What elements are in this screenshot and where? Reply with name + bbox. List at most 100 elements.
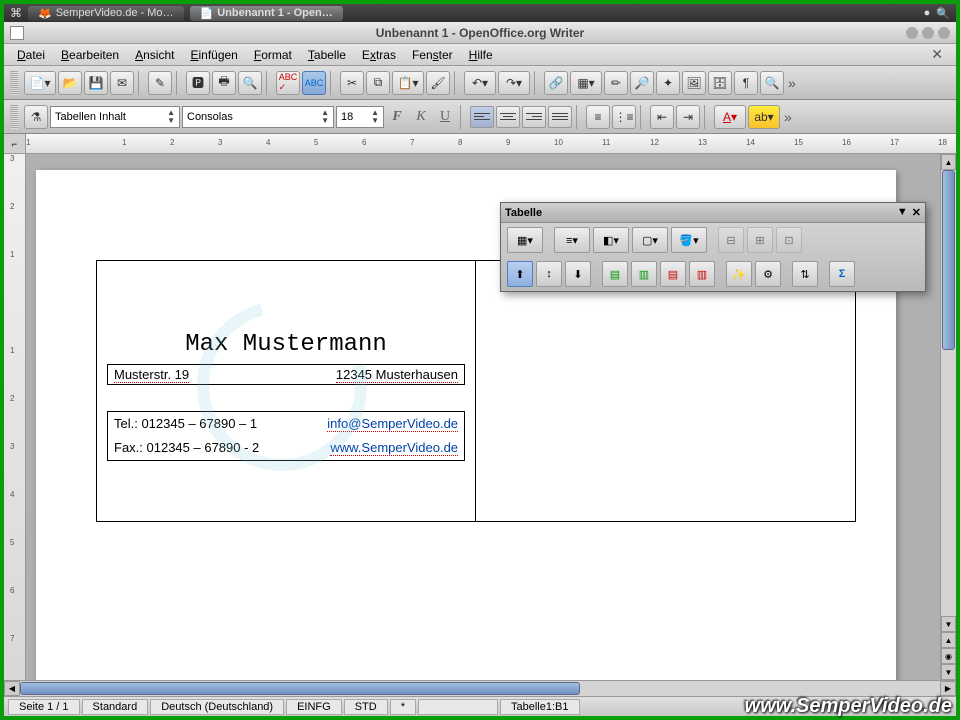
vertical-ruler[interactable]: 32112345678 [4,154,26,680]
number-list-button[interactable]: ≡ [586,105,610,129]
datasource-button[interactable]: 🗄 [708,71,732,95]
menu-file[interactable]: Datei [10,46,52,64]
bold-button[interactable]: F [386,106,408,128]
styles-button[interactable]: ⚗ [24,105,48,129]
email-button[interactable]: ✉ [110,71,134,95]
scroll-left-icon[interactable]: ◀ [4,681,20,696]
underline-button[interactable]: U [434,106,456,128]
find-button[interactable]: 🔎 [630,71,654,95]
table-insert-button[interactable]: ▦▾ [507,227,543,253]
font-name-dropdown[interactable]: Consolas ▲▼ [182,106,334,128]
next-page-icon[interactable]: ▼ [941,664,956,680]
hyperlink-button[interactable]: 🔗 [544,71,568,95]
status-language[interactable]: Deutsch (Deutschland) [150,699,284,715]
status-selection-mode[interactable]: STD [344,699,388,715]
nonprint-button[interactable]: ¶ [734,71,758,95]
format-paint-button[interactable]: 🖌 [426,71,450,95]
zoom-button[interactable]: 🔍 [760,71,784,95]
toolbar-overflow-icon[interactable]: » [788,75,796,91]
redo-button[interactable]: ↷▾ [498,71,530,95]
search-icon[interactable]: 🔍 [936,7,950,20]
bgcolor-button[interactable]: 🪣▾ [671,227,707,253]
maximize-button[interactable] [922,27,934,39]
align-middle-button[interactable]: ↕ [536,261,562,287]
status-insert-mode[interactable]: EINFG [286,699,342,715]
scroll-down-icon[interactable]: ▼ [941,616,956,632]
floating-toolbar-close-icon[interactable]: ✕ [912,206,921,219]
minimize-button[interactable] [906,27,918,39]
menu-table[interactable]: Tabelle [301,46,353,64]
merge-cells-button[interactable]: ⊟ [718,227,744,253]
floating-toolbar-dropdown-icon[interactable]: ▼ [897,206,908,219]
bullet-list-button[interactable]: ⋮≡ [612,105,636,129]
horizontal-ruler[interactable]: 1123456789101112131415161718 [26,134,956,153]
align-left-button[interactable] [470,106,494,128]
hscroll-thumb[interactable] [20,682,580,695]
navigator-button[interactable]: ✦ [656,71,680,95]
nav-icon[interactable]: ◉ [941,648,956,664]
line-style-button[interactable]: ≡▾ [554,227,590,253]
align-center-button[interactable] [496,106,520,128]
menu-format[interactable]: Format [247,46,299,64]
pdf-export-button[interactable]: 🅿 [186,71,210,95]
cut-button[interactable]: ✂ [340,71,364,95]
open-button[interactable]: 📂 [58,71,82,95]
menu-view[interactable]: Ansicht [128,46,181,64]
print-button[interactable]: 🖶 [212,71,236,95]
menu-extras[interactable]: Extras [355,46,403,64]
main-table[interactable]: Max Mustermann Musterstr. 19 12345 Muste… [96,260,856,522]
highlight-button[interactable]: ab▾ [748,105,780,129]
preview-button[interactable]: 🔍 [238,71,262,95]
apple-menu-icon[interactable]: ⌘ [10,6,22,20]
floating-toolbar-header[interactable]: Tabelle ▼ ✕ [501,203,925,223]
status-cell-ref[interactable]: Tabelle1:B1 [500,699,580,715]
prev-page-icon[interactable]: ▲ [941,632,956,648]
close-button[interactable] [938,27,950,39]
save-button[interactable]: 💾 [84,71,108,95]
toolbar-handle[interactable] [10,105,18,129]
edit-button[interactable]: ✎ [148,71,172,95]
paragraph-style-dropdown[interactable]: Tabellen Inhalt ▲▼ [50,106,180,128]
table-button[interactable]: ▦▾ [570,71,602,95]
align-bottom-button[interactable]: ⬇ [565,261,591,287]
table-floating-toolbar[interactable]: Tabelle ▼ ✕ ▦▾ ≡▾ ◧▾ ▢▾ 🪣▾ ⊟ ⊞ ⊡ ⬆ ↕ ⬇ ▤… [500,202,926,292]
undo-button[interactable]: ↶▾ [464,71,496,95]
web-link[interactable]: www.SemperVideo.de [330,440,458,456]
table-props-button[interactable]: ⚙ [755,261,781,287]
scroll-thumb[interactable] [942,170,955,350]
drawing-button[interactable]: ✏ [604,71,628,95]
delete-col-button[interactable]: ▥ [689,261,715,287]
menu-insert[interactable]: Einfügen [183,46,244,64]
delete-row-button[interactable]: ▤ [660,261,686,287]
status-style[interactable]: Standard [82,699,149,715]
spotlight-icon[interactable]: ● [924,7,931,19]
scroll-right-icon[interactable]: ▶ [940,681,956,696]
paste-button[interactable]: 📋▾ [392,71,424,95]
italic-button[interactable]: K [410,106,432,128]
optimize-button[interactable]: ⊡ [776,227,802,253]
app-tab[interactable]: 📄 Unbenannt 1 - Open… [190,6,343,21]
browser-tab[interactable]: 🦊 SemperVideo.de - Mo… [28,6,184,21]
split-cells-button[interactable]: ⊞ [747,227,773,253]
insert-row-button[interactable]: ▤ [602,261,628,287]
copy-button[interactable]: ⧉ [366,71,390,95]
menu-window[interactable]: Fenster [405,46,460,64]
increase-indent-button[interactable]: ⇥ [676,105,700,129]
sum-button[interactable]: Σ [829,261,855,287]
gallery-button[interactable]: 🖼 [682,71,706,95]
table-cell-left[interactable]: Max Mustermann Musterstr. 19 12345 Muste… [97,261,476,521]
insert-col-button[interactable]: ▥ [631,261,657,287]
font-size-dropdown[interactable]: 18 ▲▼ [336,106,384,128]
vertical-scrollbar[interactable]: ▲ ▼ ▲ ◉ ▼ [940,154,956,680]
horizontal-scrollbar[interactable]: ◀ ▶ [4,680,956,696]
menu-help[interactable]: Hilfe [462,46,500,64]
status-signature[interactable] [418,699,498,715]
status-modified[interactable]: * [390,699,416,715]
toolbar-handle[interactable] [10,71,18,95]
close-doc-icon[interactable]: ✕ [924,44,950,65]
align-justify-button[interactable] [548,106,572,128]
toolbar-overflow-icon[interactable]: » [784,109,792,125]
table-cell-right[interactable] [476,261,855,521]
status-page[interactable]: Seite 1 / 1 [8,699,80,715]
menu-edit[interactable]: Bearbeiten [54,46,126,64]
